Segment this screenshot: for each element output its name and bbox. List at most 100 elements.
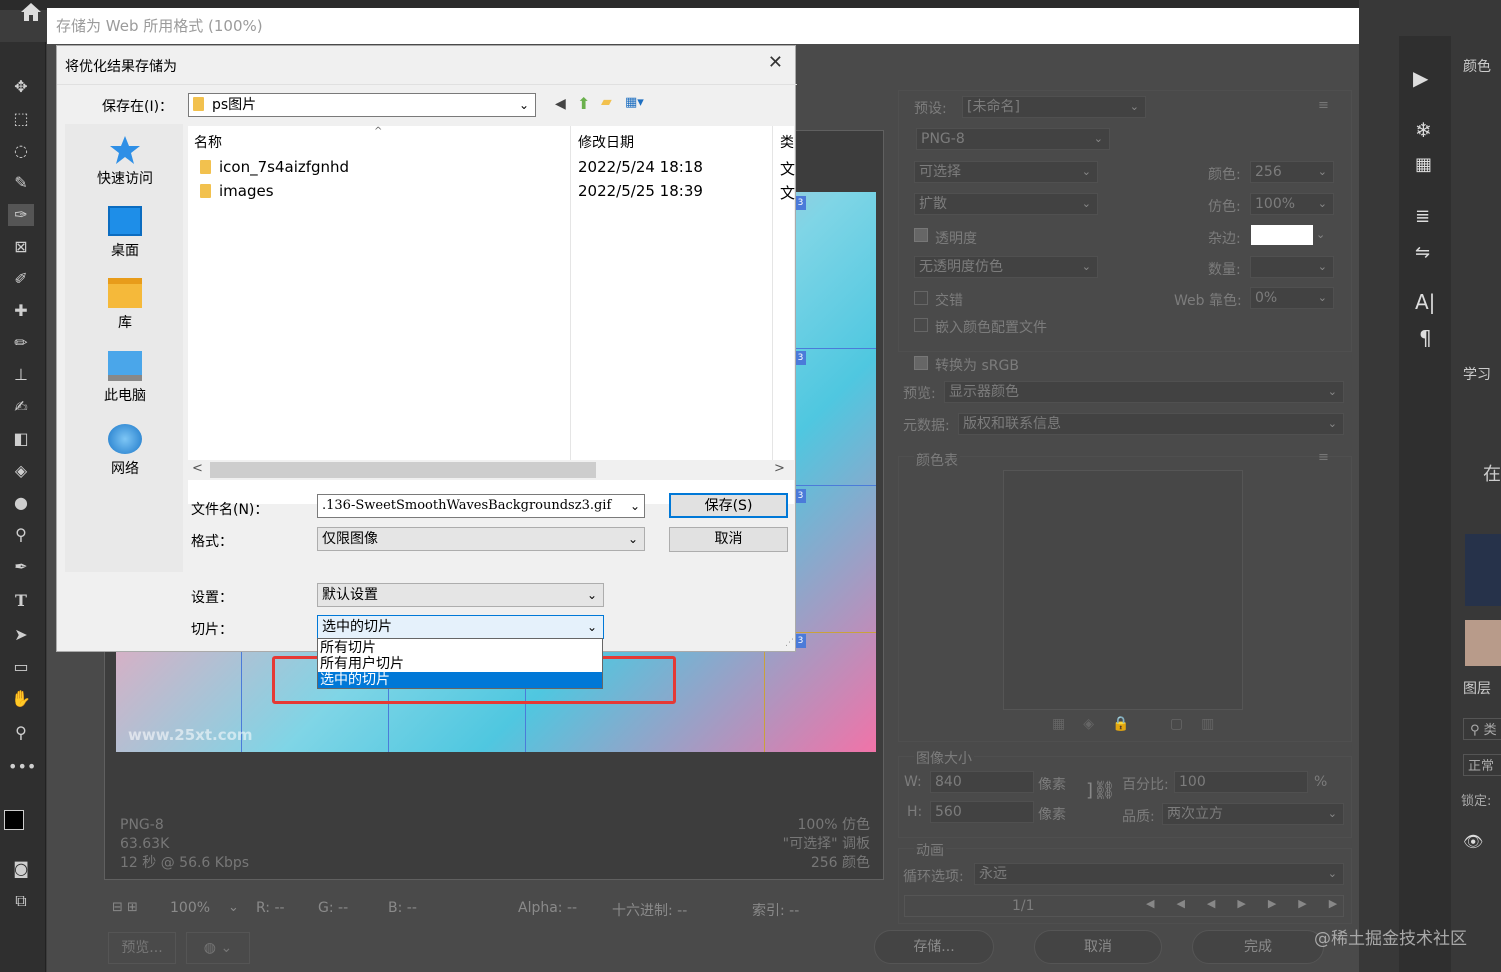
zoom-value[interactable]: 100%: [170, 900, 210, 916]
resize-grip-icon[interactable]: ⋰: [785, 638, 794, 648]
color-panel-tab[interactable]: 颜色: [1463, 56, 1491, 76]
screen-mode-icon[interactable]: ⧉: [8, 890, 34, 912]
column-date-header[interactable]: 修改日期: [578, 132, 634, 152]
cancel-web-button[interactable]: 取消: [1034, 930, 1162, 964]
dropdown-option[interactable]: 所有用户切片: [318, 656, 602, 672]
quality-select[interactable]: 两次立方 ⌄: [1162, 803, 1344, 825]
playback-buttons[interactable]: ◀◀◀▶▶▶▶: [1138, 897, 1344, 915]
character-icon[interactable]: A|: [1415, 290, 1435, 314]
slice-tool-icon[interactable]: ✑: [8, 204, 34, 226]
tutorial-thumbnail[interactable]: [1465, 620, 1501, 666]
panel-menu-icon[interactable]: ≡: [1318, 98, 1329, 113]
color-table-actions[interactable]: ▦◈🔒 ▢▥: [1052, 716, 1232, 732]
quick-select-tool-icon[interactable]: ✎: [8, 172, 34, 194]
learn-panel-tab[interactable]: 学习: [1463, 364, 1491, 384]
dither-algo-select[interactable]: 扩散 ⌄: [914, 193, 1098, 215]
colors-select[interactable]: 256 ⌄: [1250, 161, 1334, 183]
scroll-left-icon[interactable]: <: [192, 461, 203, 476]
format-select[interactable]: 仅限图像 ⌄: [317, 527, 645, 551]
embed-profile-checkbox[interactable]: [914, 318, 928, 332]
file-row[interactable]: icon_7s4aizfgnhd: [200, 158, 349, 176]
layers-panel-tab[interactable]: 图层: [1463, 678, 1491, 698]
back-icon[interactable]: ◀: [555, 96, 566, 112]
more-tools-icon[interactable]: •••: [8, 756, 36, 778]
nav-desktop[interactable]: 桌面: [85, 206, 165, 260]
quick-mask-icon[interactable]: ◙: [8, 858, 34, 880]
percent-input[interactable]: 100: [1174, 771, 1308, 793]
chevron-down-icon[interactable]: ⌄: [1316, 228, 1325, 241]
dropdown-option[interactable]: 所有切片: [318, 640, 602, 656]
history-brush-icon[interactable]: ✍: [8, 396, 34, 418]
file-row[interactable]: images: [200, 182, 274, 200]
dropdown-option-selected[interactable]: 选中的切片: [318, 672, 602, 688]
metadata-select[interactable]: 版权和联系信息 ⌄: [958, 413, 1344, 435]
nav-library[interactable]: 库: [85, 278, 165, 332]
new-folder-icon[interactable]: ▰: [601, 94, 612, 110]
nav-this-pc[interactable]: 此电脑: [85, 351, 165, 405]
close-icon[interactable]: ✕: [768, 52, 783, 73]
column-name-header[interactable]: 名称: [194, 132, 222, 152]
filename-input[interactable]: .136-SweetSmoothWavesBackgroundsz3.gif ⌄: [317, 494, 645, 518]
preview-mode-select[interactable]: 显示器颜色 ⌄: [944, 381, 1344, 403]
loop-select[interactable]: 永远 ⌄: [974, 863, 1344, 885]
scroll-thumb[interactable]: [210, 462, 596, 478]
eraser-tool-icon[interactable]: ◧: [8, 428, 34, 450]
snowflake-icon[interactable]: ❄: [1415, 118, 1432, 142]
height-input[interactable]: 560: [930, 801, 1034, 823]
file-list[interactable]: 名称 ^ 修改日期 类 icon_7s4aizfgnhd 2022/5/24 1…: [188, 126, 795, 504]
healing-tool-icon[interactable]: ✚: [8, 300, 34, 322]
settings-select[interactable]: 默认设置 ⌄: [317, 583, 604, 607]
play-icon[interactable]: ▶: [1413, 66, 1428, 90]
format-select[interactable]: PNG-8 ⌄: [916, 128, 1110, 150]
dither-select[interactable]: 100% ⌄: [1250, 193, 1334, 215]
save-button[interactable]: 保存(S): [669, 493, 788, 518]
scroll-right-icon[interactable]: >: [774, 461, 785, 476]
link-icon[interactable]: ]⛓: [1086, 780, 1116, 801]
type-tool-icon[interactable]: T: [8, 590, 34, 612]
zoom-tool-icon[interactable]: ⚲: [8, 722, 34, 744]
paragraph-icon[interactable]: ¶: [1419, 326, 1432, 350]
slices-select[interactable]: 选中的切片 ⌄: [317, 615, 604, 639]
eyedropper-tool-icon[interactable]: ✐: [8, 268, 34, 290]
brush-settings-icon[interactable]: ≣: [1415, 206, 1430, 227]
move-tool-icon[interactable]: ✥: [8, 76, 34, 98]
histogram-icon[interactable]: ▦: [1415, 154, 1432, 175]
rectangle-tool-icon[interactable]: ▭: [8, 656, 34, 678]
save-in-select[interactable]: ps图片 ⌄: [188, 93, 536, 117]
web-snap-select[interactable]: 0% ⌄: [1250, 287, 1334, 309]
zoom-minus-plus[interactable]: ⊟ ⊞: [112, 900, 138, 915]
marquee-tool-icon[interactable]: ⬚: [8, 108, 34, 130]
interlaced-checkbox[interactable]: [914, 291, 928, 305]
frame-tool-icon[interactable]: ⊠: [8, 236, 34, 258]
horizontal-scrollbar[interactable]: < >: [188, 460, 794, 480]
layer-filter[interactable]: ⚲ 类: [1463, 718, 1501, 740]
amount-select[interactable]: ⌄: [1250, 256, 1334, 278]
column-type-header[interactable]: 类: [780, 132, 794, 152]
home-icon[interactable]: [18, 0, 44, 24]
done-button[interactable]: 完成: [1192, 930, 1324, 964]
paint-bucket-icon[interactable]: ◈: [8, 460, 34, 482]
matte-swatch[interactable]: [1251, 225, 1313, 245]
preset-select[interactable]: [未命名] ⌄: [962, 96, 1146, 118]
browser-preview-icon[interactable]: ◍ ⌄: [186, 932, 250, 964]
color-table[interactable]: [1003, 470, 1243, 710]
tutorial-thumbnail[interactable]: [1465, 534, 1501, 606]
lasso-tool-icon[interactable]: ◌: [8, 140, 34, 162]
hand-tool-icon[interactable]: ✋: [8, 688, 34, 710]
preview-button[interactable]: 预览...: [108, 932, 176, 964]
width-input[interactable]: 840: [930, 771, 1034, 793]
blend-mode-select[interactable]: 正常: [1463, 754, 1501, 776]
brush-tool-icon[interactable]: ✏: [8, 332, 34, 354]
transparency-checkbox[interactable]: [914, 228, 928, 242]
eye-icon[interactable]: 👁: [1463, 832, 1483, 851]
cancel-button[interactable]: 取消: [669, 527, 788, 552]
color-reduction-select[interactable]: 可选择 ⌄: [914, 161, 1098, 183]
trans-dither-select[interactable]: 无透明度仿色 ⌄: [914, 256, 1098, 278]
nav-network[interactable]: 网络: [85, 424, 165, 478]
foreground-color-swatch[interactable]: [4, 810, 24, 830]
dodge-tool-icon[interactable]: ⚲: [8, 524, 34, 546]
srgb-checkbox[interactable]: [914, 356, 928, 370]
color-table-menu-icon[interactable]: ≡: [1318, 450, 1329, 465]
pen-tool-icon[interactable]: ✒: [8, 556, 34, 578]
nav-quick-access[interactable]: 快速访问: [85, 134, 165, 188]
